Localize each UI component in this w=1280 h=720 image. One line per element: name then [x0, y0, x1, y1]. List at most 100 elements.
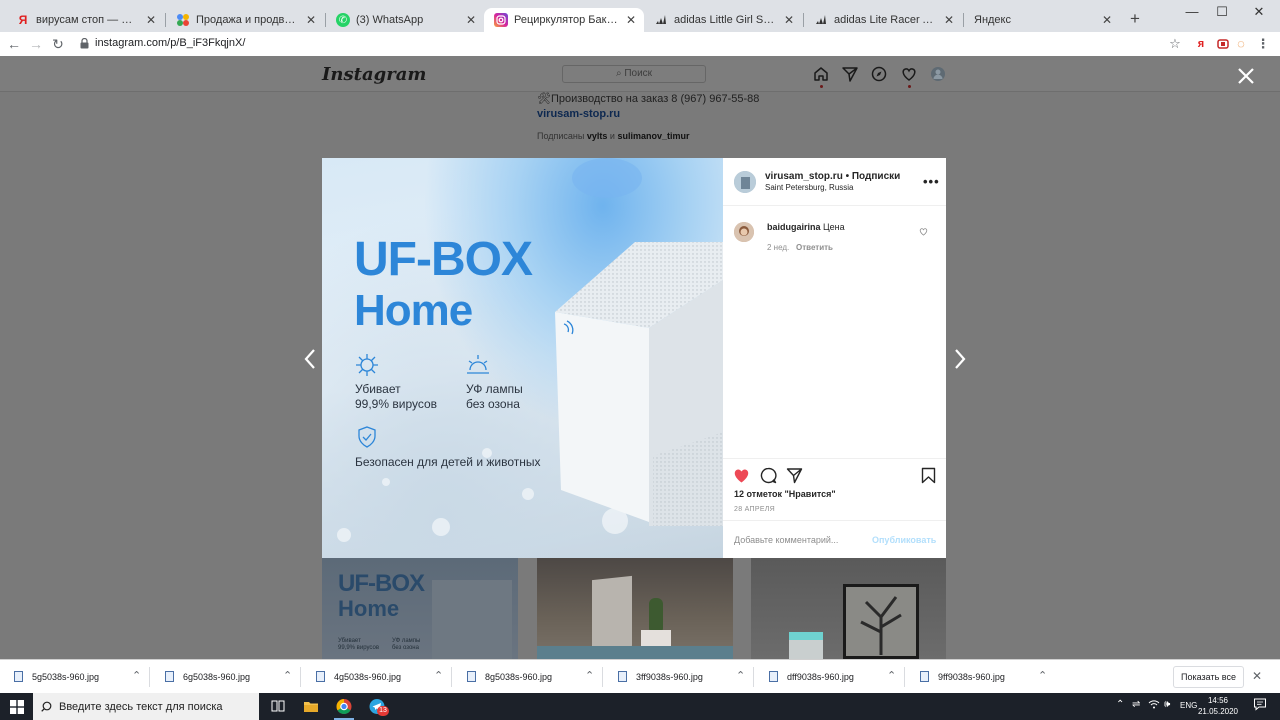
input-language[interactable]: ENG: [1180, 701, 1197, 710]
close-window-button[interactable]: ✕: [1244, 2, 1274, 22]
windows-start-icon[interactable]: [10, 700, 24, 714]
show-all-downloads-button[interactable]: Показать все: [1173, 666, 1244, 688]
chevron-up-icon[interactable]: ⌃: [736, 669, 745, 682]
whatsapp-icon: ✆: [336, 13, 350, 27]
taskbar-search-box[interactable]: Введите здесь текст для поиска: [33, 693, 259, 720]
tab-close-icon[interactable]: ✕: [624, 13, 638, 27]
comment-like-heart-icon[interactable]: [919, 227, 928, 236]
download-filename: 8g5038s-960.jpg: [485, 672, 553, 682]
address-bar[interactable]: instagram.com/p/B_iF3FkqjnX/: [95, 37, 245, 49]
download-item[interactable]: 3ff9038s-960.jpg ⌃: [604, 660, 754, 694]
network-icon[interactable]: ⇌: [1132, 699, 1140, 710]
profile-avatar-icon[interactable]: [930, 66, 946, 82]
activity-heart-icon[interactable]: [901, 66, 917, 82]
follow-status[interactable]: • Подписки: [846, 171, 901, 182]
tab-close-icon[interactable]: ✕: [1100, 13, 1114, 27]
commenter-avatar[interactable]: [734, 222, 754, 242]
post-image[interactable]: UF-BOX Home Убивает 99,9% вирусов УФ лам…: [322, 158, 723, 558]
browser-tab-yandex-search[interactable]: Я вирусам стоп — Яндекс: нашлось ✕: [6, 8, 164, 32]
minimize-button[interactable]: —: [1177, 2, 1207, 22]
browser-tab-product-promo[interactable]: Продажа и продвижение товаров ✕: [166, 8, 324, 32]
chevron-up-icon[interactable]: ⌃: [1038, 669, 1047, 682]
chevron-up-icon[interactable]: ⌃: [887, 669, 896, 682]
notifications-icon[interactable]: [1253, 697, 1267, 714]
file-explorer-icon[interactable]: [299, 696, 323, 717]
chevron-up-icon[interactable]: ⌃: [132, 669, 141, 682]
close-downloads-icon[interactable]: ✕: [1252, 669, 1262, 683]
back-button[interactable]: ←: [5, 35, 23, 53]
browser-tab-yandex[interactable]: Яндекс ✕: [964, 8, 1120, 32]
wifi-icon[interactable]: [1148, 699, 1160, 712]
task-view-icon[interactable]: [266, 696, 290, 717]
extension-icon[interactable]: [1214, 35, 1232, 53]
grid-thumbnail[interactable]: [537, 558, 733, 659]
previous-post-arrow-icon[interactable]: [303, 348, 317, 370]
download-item[interactable]: 6g5038s-960.jpg ⌃: [151, 660, 301, 694]
likes-count[interactable]: 12 отметок "Нравится": [734, 489, 836, 499]
direct-icon[interactable]: [842, 66, 858, 82]
maximize-button[interactable]: ☐: [1207, 2, 1237, 22]
more-options-icon[interactable]: •••: [923, 174, 940, 189]
download-item[interactable]: dff9038s-960.jpg ⌃: [755, 660, 905, 694]
post-location[interactable]: Saint Petersburg, Russia: [765, 183, 854, 192]
tab-close-icon[interactable]: ✕: [464, 13, 478, 27]
search-icon: [41, 701, 52, 712]
volume-icon[interactable]: 🕪: [1164, 699, 1170, 710]
taskbar-clock[interactable]: 14:56 21.05.2020: [1196, 695, 1240, 717]
browser-menu-icon[interactable]: ⋮: [1254, 35, 1272, 53]
close-modal-icon[interactable]: [1237, 67, 1255, 85]
publish-comment-button[interactable]: Опубликовать: [872, 535, 936, 545]
search-input[interactable]: ⌕ Поиск: [562, 65, 706, 83]
bookmark-star-icon[interactable]: ☆: [1166, 35, 1184, 53]
bio-phone-text: Производство на заказ 8 (967) 967-55-88: [550, 93, 760, 105]
thumb-title-line2: Home: [338, 596, 400, 621]
share-direct-icon[interactable]: [786, 467, 803, 484]
save-bookmark-icon[interactable]: [920, 467, 937, 484]
lock-icon[interactable]: [80, 38, 89, 49]
grid-thumbnail[interactable]: [751, 558, 946, 659]
tab-close-icon[interactable]: ✕: [782, 13, 796, 27]
grid-thumbnail[interactable]: UF-BOX Home Убивает 99,9% вирусов УФ лам…: [322, 558, 518, 659]
tab-close-icon[interactable]: ✕: [144, 13, 158, 27]
author-username[interactable]: virusam_stop.ru: [765, 171, 843, 182]
chevron-up-icon[interactable]: ⌃: [585, 669, 594, 682]
comment-bubble-icon[interactable]: [760, 467, 777, 484]
yandex-extension-icon[interactable]: я: [1192, 35, 1210, 53]
show-hidden-icons-chevron-icon[interactable]: ⌃: [1116, 699, 1124, 710]
forward-button[interactable]: →: [27, 35, 45, 53]
dots-app-icon: [176, 13, 190, 27]
reload-button[interactable]: ↻: [49, 35, 67, 53]
download-item[interactable]: 5g5038s-960.jpg ⌃: [0, 660, 150, 694]
tab-close-icon[interactable]: ✕: [942, 13, 956, 27]
chevron-up-icon[interactable]: ⌃: [434, 669, 443, 682]
followed-by-user[interactable]: vylts: [587, 131, 608, 141]
explore-icon[interactable]: [871, 66, 887, 82]
bio-phone: 🛠Производство на заказ 8 (967) 967-55-88: [537, 93, 760, 105]
home-icon[interactable]: [813, 66, 829, 82]
download-item[interactable]: 9ff9038s-960.jpg ⌃: [906, 660, 1056, 694]
download-item[interactable]: 4g5038s-960.jpg ⌃: [302, 660, 452, 694]
like-heart-icon[interactable]: [733, 467, 750, 484]
reply-button[interactable]: Ответить: [796, 243, 833, 252]
image-file-icon: [467, 671, 476, 682]
author-avatar[interactable]: [734, 171, 756, 193]
download-item[interactable]: 8g5038s-960.jpg ⌃: [453, 660, 603, 694]
instagram-logo[interactable]: Instagram: [322, 64, 426, 85]
notification-dot: [908, 85, 911, 88]
browser-tab-adidas-girl[interactable]: adidas Little Girl Shoes (Ages 4-8) ✕: [644, 8, 802, 32]
chrome-icon[interactable]: [332, 696, 356, 720]
opera-extension-icon[interactable]: ◌: [1232, 35, 1250, 53]
comment-username[interactable]: baidugairina: [767, 222, 821, 232]
browser-tab-adidas-racer[interactable]: adidas Lite Racer Adapt Shoes - ✕: [804, 8, 962, 32]
download-filename: 9ff9038s-960.jpg: [938, 672, 1005, 682]
followed-by-user[interactable]: sulimanov_timur: [617, 131, 689, 141]
browser-tab-whatsapp[interactable]: ✆ (3) WhatsApp ✕: [326, 8, 484, 32]
browser-tab-instagram-post[interactable]: Рециркулятор Бактерицидный ✕: [484, 8, 644, 32]
telegram-icon[interactable]: 13: [365, 696, 389, 717]
bio-website-link[interactable]: virusam-stop.ru: [537, 108, 620, 120]
comment-input[interactable]: Добавьте комментарий...: [734, 535, 838, 545]
next-post-arrow-icon[interactable]: [953, 348, 967, 370]
chevron-up-icon[interactable]: ⌃: [283, 669, 292, 682]
new-tab-button[interactable]: +: [1126, 10, 1144, 28]
tab-close-icon[interactable]: ✕: [304, 13, 318, 27]
